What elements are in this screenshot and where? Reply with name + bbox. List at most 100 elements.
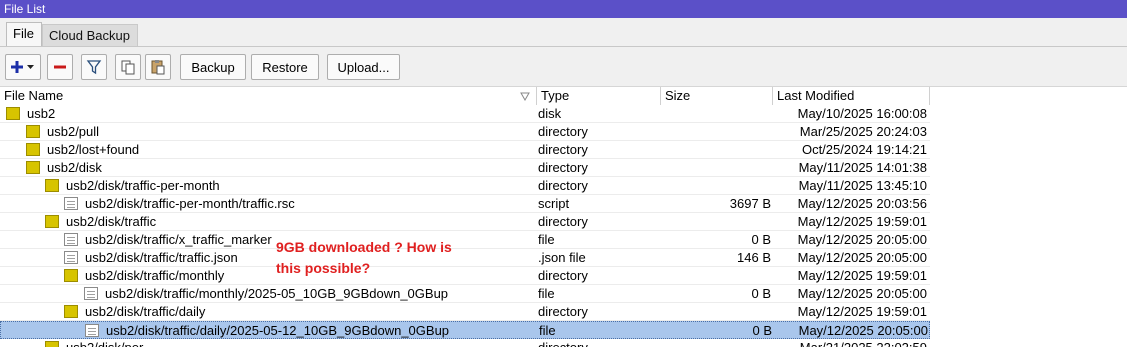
cell-size [661,339,771,347]
cell-last-modified: Mar/25/2025 20:24:03 [799,124,927,139]
column-header-size[interactable]: Size [661,87,773,105]
cell-size [661,213,771,230]
cell-type: file [538,286,555,301]
table-row[interactable]: usb2/lost+found directory Oct/25/2024 19:1… [0,141,930,159]
cell-type: directory [538,160,588,175]
cell-last-modified: May/12/2025 20:03:56 [797,196,927,211]
file-name-text: usb2/disk/traffic/traffic.json [85,250,238,265]
remove-button[interactable] [47,54,73,80]
upload-button[interactable]: Upload... [327,54,400,80]
cell-size: 0 B [752,323,772,338]
file-name-text: usb2/disk/traffic/monthly [85,268,225,283]
toolbar: Backup Restore Upload... [0,47,1127,87]
cell-file-name: usb2/disk/traffic/monthly/2025-05_10GB_9… [0,285,535,302]
file-icon [84,287,98,300]
add-button[interactable] [5,54,41,80]
cell-last-modified: May/11/2025 13:45:10 [798,178,927,193]
file-name-text: usb2/disk/traffic [66,214,157,229]
cell-last-modified: Mar/21/2025 22:02:59 [774,339,927,347]
file-name-text: usb2/disk/per [66,339,143,347]
minus-icon [54,65,66,69]
file-name-text: usb2/disk/traffic/daily [85,304,206,319]
column-header-last-modified[interactable]: Last Modified [773,87,930,105]
cell-type: directory [538,339,660,347]
tab-bar: File Cloud Backup [0,18,1127,47]
cell-type: script [538,196,570,211]
table-row[interactable]: usb2/pull directory Mar/25/2025 20:24:03 [0,123,930,141]
cell-last-modified: May/11/2025 14:01:38 [798,160,927,175]
folder-icon [64,305,78,318]
cell-last-modified: May/12/2025 19:59:01 [797,268,927,283]
table-row[interactable]: usb2 disk May/10/2025 16:00:08 [0,105,930,123]
file-icon [64,251,78,264]
filter-button[interactable] [81,54,107,80]
cell-type: disk [538,106,562,121]
cell-file-name: usb2/disk/traffic/daily/2025-05-12_10GB_… [1,322,536,339]
table-row[interactable]: usb2/disk/traffic/daily/2025-05-12_10GB_… [0,321,930,339]
table-row[interactable]: usb2/disk/per directory Mar/21/2025 22:02:… [0,339,930,347]
cell-file-name: usb2/disk/traffic-per-month [0,177,535,194]
cell-type: file [538,232,555,247]
tab-file[interactable]: File [6,22,42,47]
cell-size [661,123,771,140]
column-header-type[interactable]: Type [537,87,661,105]
folder-icon [45,215,59,228]
cell-type: directory [538,268,588,283]
folder-icon [26,161,40,174]
paste-icon [151,60,165,75]
cell-last-modified: May/12/2025 20:05:00 [797,232,927,247]
file-name-text: usb2/disk/traffic-per-month/traffic.rsc [85,196,295,211]
annotation-line-2: this possible? [276,260,371,276]
table-row[interactable]: usb2/disk directory May/11/2025 14:01:38 [0,159,930,177]
cell-last-modified: May/12/2025 19:59:01 [797,214,927,229]
column-header-name[interactable]: File Name [0,87,537,105]
cell-file-name: usb2/lost+found [0,141,535,158]
cell-size [661,141,771,158]
cell-size: 0 B [751,232,771,247]
file-name-text: usb2 [27,106,56,121]
backup-button[interactable]: Backup [180,54,246,80]
window-title: File List [0,0,1127,18]
cell-file-name: usb2/disk/traffic-per-month/traffic.rsc [0,195,535,212]
paste-button[interactable] [145,54,171,80]
file-name-text: usb2/pull [47,124,100,139]
cell-size [661,267,771,284]
copy-button[interactable] [115,54,141,80]
table-row[interactable]: usb2/disk/traffic/daily directory May/12/2… [0,303,930,321]
cell-type: directory [538,124,588,139]
cell-size: 3697 B [729,196,771,211]
folder-icon [64,269,78,282]
folder-icon [26,125,40,138]
table-row[interactable]: usb2/disk/traffic-per-month/traffic.rsc s… [0,195,930,213]
cell-type: directory [538,142,588,157]
cell-last-modified: Oct/25/2024 19:14:21 [801,142,927,157]
cell-type: directory [538,304,588,319]
folder-icon [26,143,40,156]
sort-icon [520,92,530,101]
cell-type: .json file [538,250,586,265]
table-row[interactable]: usb2/disk/traffic-per-month directory May/… [0,177,930,195]
restore-button[interactable]: Restore [251,54,319,80]
annotation-line-1: 9GB downloaded ? How is [276,239,452,255]
plus-dropdown-icon [11,61,34,73]
file-name-text: usb2/disk/traffic/monthly/2025-05_10GB_9… [105,286,449,301]
table-row[interactable]: usb2/disk/traffic/monthly/2025-05_10GB_9… [0,285,930,303]
file-name-text: usb2/disk/traffic/daily/2025-05-12_10GB_… [106,323,450,338]
folder-icon [6,107,20,120]
folder-icon [45,179,59,192]
table-row[interactable]: usb2/disk/traffic directory May/12/2025 19… [0,213,930,231]
column-header-name-label: File Name [4,88,64,103]
cell-last-modified: May/12/2025 20:05:00 [798,323,928,338]
file-icon [85,324,99,337]
file-icon [64,233,78,246]
cell-last-modified: May/10/2025 16:00:08 [797,106,927,121]
cell-size [661,159,771,176]
cell-size [661,105,771,122]
cell-size: 0 B [751,286,771,301]
filter-icon [86,60,102,75]
cell-file-name: usb2/disk/traffic [0,213,535,230]
cell-size: 146 B [737,250,771,265]
folder-icon [45,341,59,347]
cell-file-name: usb2/disk/per [0,339,535,347]
tab-cloud-backup[interactable]: Cloud Backup [42,24,138,47]
